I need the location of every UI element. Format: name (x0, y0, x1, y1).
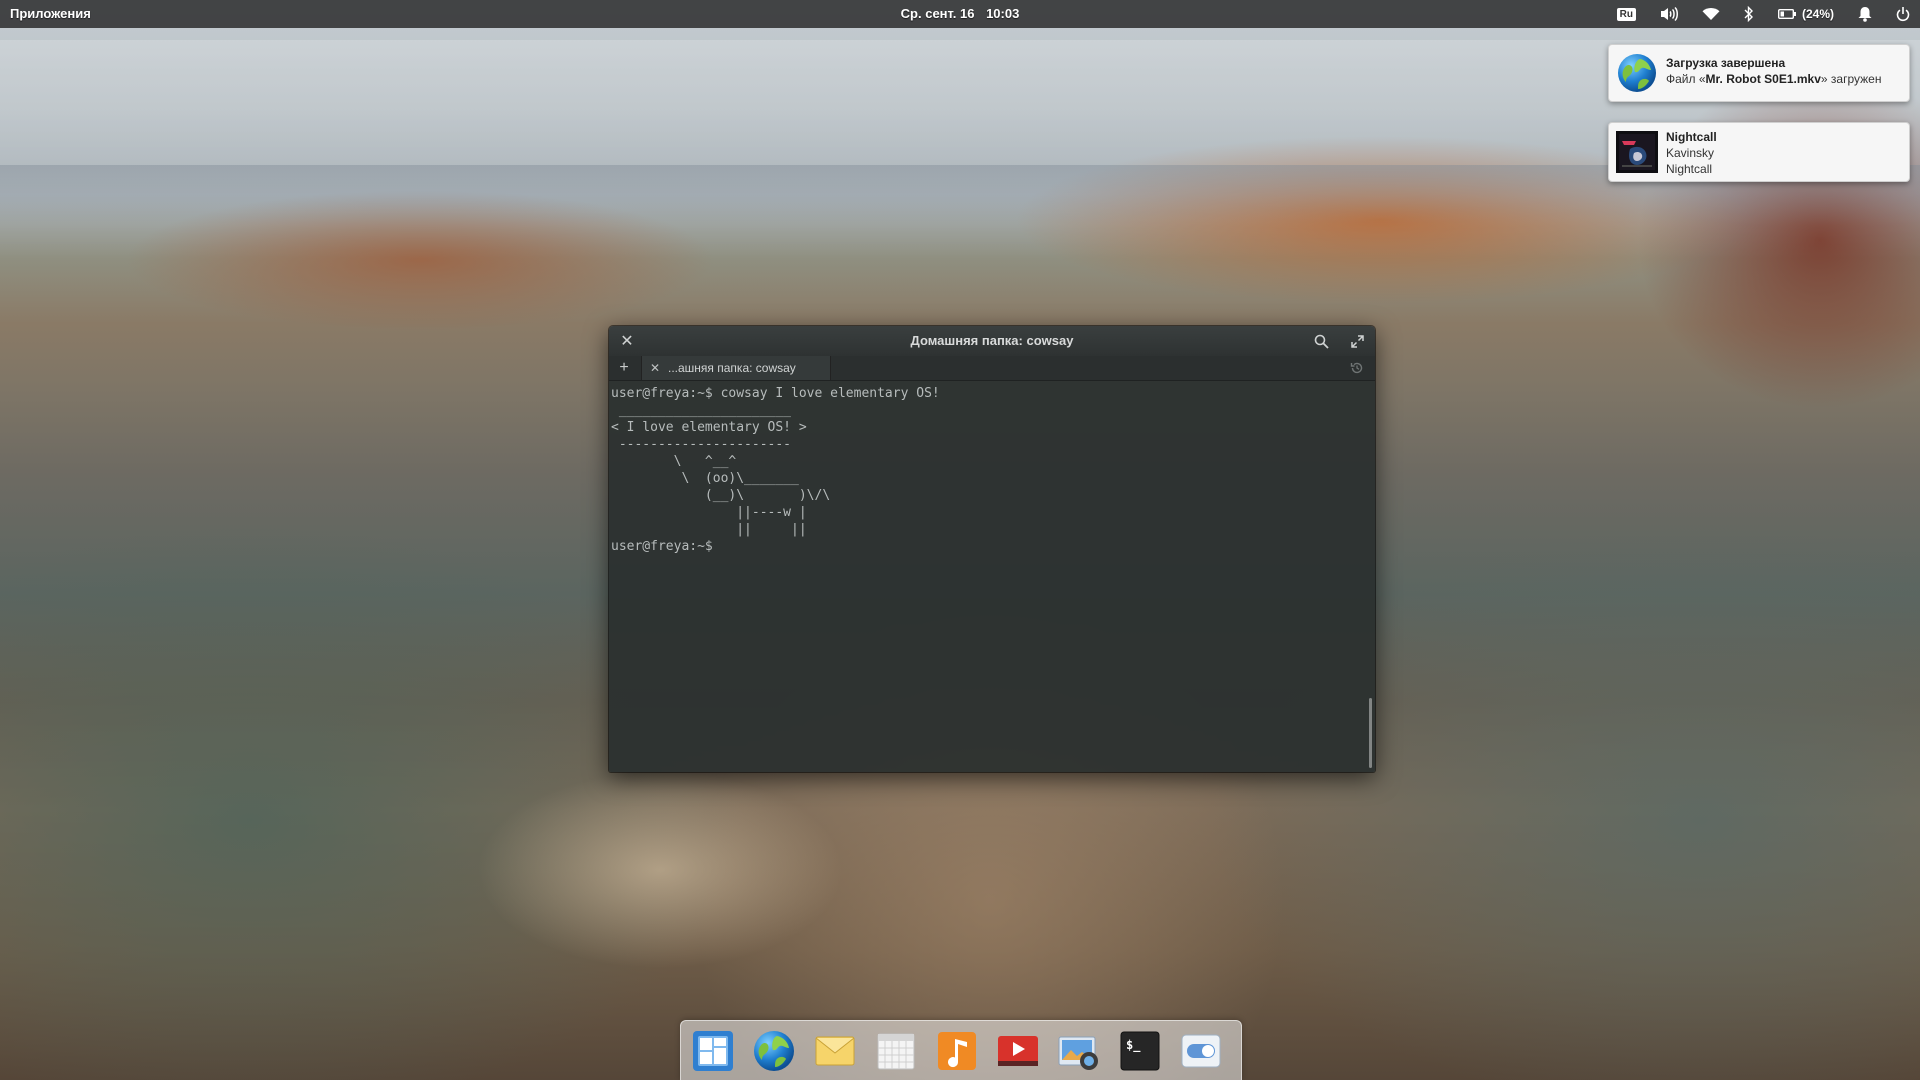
svg-text:$_: $_ (1126, 1038, 1141, 1053)
song-title: Nightcall (1666, 130, 1717, 144)
bluetooth-icon (1744, 6, 1753, 22)
videos-icon (998, 1036, 1038, 1066)
terminal-content[interactable]: user@freya:~$ cowsay I love elementary O… (609, 381, 1375, 772)
scrollbar-thumb[interactable] (1369, 698, 1372, 768)
search-icon (1314, 334, 1329, 349)
notifications-bell-icon (1858, 7, 1872, 22)
tab-bar: + ✕ ...ашняя папка: cowsay (609, 356, 1375, 381)
download-complete-notification[interactable]: Загрузка завершена Файл «Mr. Robot S0E1.… (1608, 44, 1910, 102)
terminal-window[interactable]: Домашняя папка: cowsay ✕ + ✕ ...ашняя па… (609, 326, 1375, 772)
network-indicator[interactable] (1702, 0, 1720, 28)
power-indicator[interactable] (1896, 0, 1910, 28)
close-icon: ✕ (620, 333, 634, 350)
time-label: 10:03 (986, 6, 1020, 21)
tab-close-button[interactable]: ✕ (648, 356, 662, 380)
bluetooth-indicator[interactable] (1744, 0, 1754, 28)
terminal-icon: $_ (1120, 1031, 1160, 1071)
dock: $_ (680, 1020, 1242, 1080)
search-button[interactable] (1307, 326, 1335, 356)
battery-indicator[interactable]: (24%) (1777, 0, 1834, 28)
terminal-output: user@freya:~$ cowsay I love elementary O… (611, 386, 940, 554)
notification-title: Загрузка завершена (1666, 56, 1786, 70)
window-title: Домашняя папка: cowsay (910, 333, 1074, 348)
tab-home-cowsay[interactable]: ✕ ...ашняя папка: cowsay (641, 356, 831, 380)
calendar-icon (877, 1033, 915, 1070)
dock-terminal[interactable]: $_ (1118, 1029, 1162, 1073)
closed-tabs-history-button[interactable] (1347, 356, 1367, 380)
terminal-scrollbar[interactable] (1366, 381, 1372, 772)
date-label: Ср. сент. 16 (900, 6, 975, 21)
keyboard-layout-icon: Ru (1616, 7, 1636, 21)
top-panel: Приложения Ср. сент. 16 10:03 Ru (24%) (0, 0, 1920, 28)
dock-calendar[interactable] (874, 1029, 918, 1073)
dock-mail[interactable] (813, 1029, 857, 1073)
history-icon (1350, 362, 1363, 374)
battery-icon (1777, 9, 1796, 19)
web-browser-icon (1618, 54, 1656, 92)
photos-icon (1058, 1036, 1098, 1070)
dock-photos[interactable] (1057, 1029, 1101, 1073)
new-tab-button[interactable]: + (613, 356, 635, 380)
now-playing-notification[interactable]: Nightcall Kavinsky Nightcall (1608, 122, 1910, 182)
artist-name: Kavinsky (1666, 146, 1715, 160)
power-icon (1896, 7, 1910, 22)
indicators-area: Ru (24%) (1593, 0, 1910, 28)
dock-multitasking-view[interactable] (691, 1029, 735, 1073)
close-window-button[interactable]: ✕ (613, 326, 641, 356)
album-art-icon (1616, 131, 1658, 173)
wifi-icon (1702, 8, 1720, 20)
notification-body: Файл «Mr. Robot S0E1.mkv» загружен (1666, 72, 1882, 86)
dock-videos[interactable] (996, 1029, 1040, 1073)
music-icon (938, 1032, 976, 1070)
dock-web-browser[interactable] (752, 1029, 796, 1073)
battery-percent-label: (24%) (1801, 7, 1834, 21)
multitasking-view-icon (693, 1031, 733, 1071)
keyboard-layout-indicator[interactable]: Ru (1616, 0, 1636, 28)
mail-icon (815, 1036, 855, 1066)
notifications-indicator[interactable] (1858, 0, 1872, 28)
maximize-icon (1350, 334, 1364, 348)
web-browser-icon (754, 1031, 794, 1071)
volume-icon (1660, 6, 1678, 22)
volume-indicator[interactable] (1660, 0, 1678, 28)
maximize-button[interactable] (1343, 326, 1371, 356)
dock-system-settings[interactable] (1179, 1029, 1223, 1073)
plus-icon: + (619, 359, 629, 376)
dock-music[interactable] (935, 1029, 979, 1073)
downloaded-file-name: Mr. Robot S0E1.mkv (1705, 72, 1821, 86)
window-titlebar[interactable]: Домашняя папка: cowsay ✕ (609, 326, 1375, 356)
tab-label: ...ашняя папка: cowsay (668, 361, 796, 375)
system-settings-icon (1181, 1034, 1221, 1068)
album-name: Nightcall (1666, 162, 1713, 176)
close-icon: ✕ (649, 361, 661, 375)
